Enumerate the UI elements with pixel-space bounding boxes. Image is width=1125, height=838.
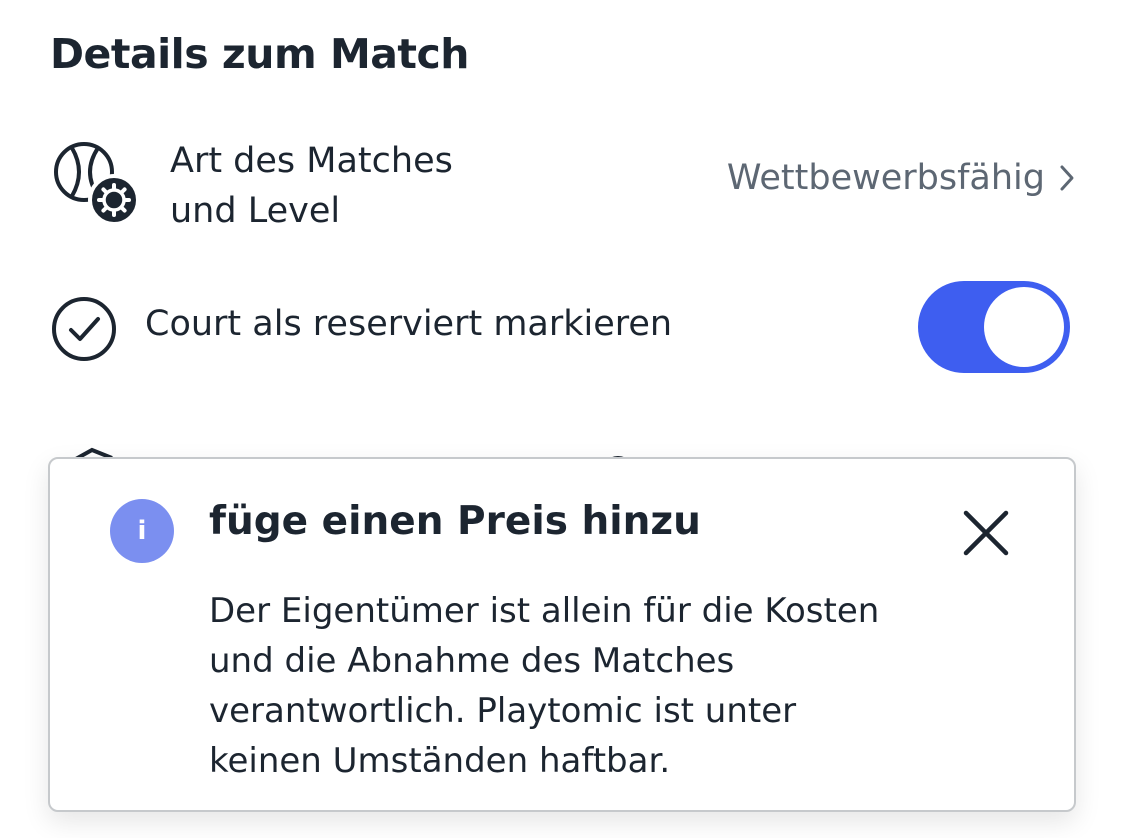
match-type-value: Wettbewerbsfähig xyxy=(726,158,1045,198)
chevron-right-icon xyxy=(1060,165,1074,191)
info-icon: i xyxy=(110,499,174,563)
tooltip-body-line: verantwortlich. Playtomic ist unter xyxy=(209,691,797,731)
reserve-court-label: Court als reserviert markieren xyxy=(145,304,673,344)
match-type-selector[interactable]: Wettbewerbsfähig xyxy=(727,158,1075,198)
match-type-label-line2: und Level xyxy=(170,191,341,231)
price-info-tooltip: i füge einen Preis hinzu Der Eigentümer … xyxy=(48,457,1076,812)
match-type-label: Art des Matches und Level xyxy=(170,136,453,236)
section-title: Details zum Match xyxy=(50,30,470,78)
reserve-court-toggle[interactable] xyxy=(918,281,1070,373)
tooltip-title: füge einen Preis hinzu xyxy=(209,499,701,544)
tooltip-body: Der Eigentümer ist allein für die Kosten… xyxy=(209,586,1029,786)
tennis-ball-gear-icon xyxy=(54,142,140,225)
tooltip-body-line: keinen Umständen haftbar. xyxy=(209,741,671,781)
match-type-label-line1: Art des Matches xyxy=(170,141,453,181)
close-icon[interactable] xyxy=(960,507,1012,559)
toggle-knob xyxy=(984,287,1064,367)
tooltip-body-line: und die Abnahme des Matches xyxy=(209,641,735,681)
tooltip-body-line: Der Eigentümer ist allein für die Kosten xyxy=(209,591,880,631)
check-circle-icon xyxy=(52,297,116,361)
